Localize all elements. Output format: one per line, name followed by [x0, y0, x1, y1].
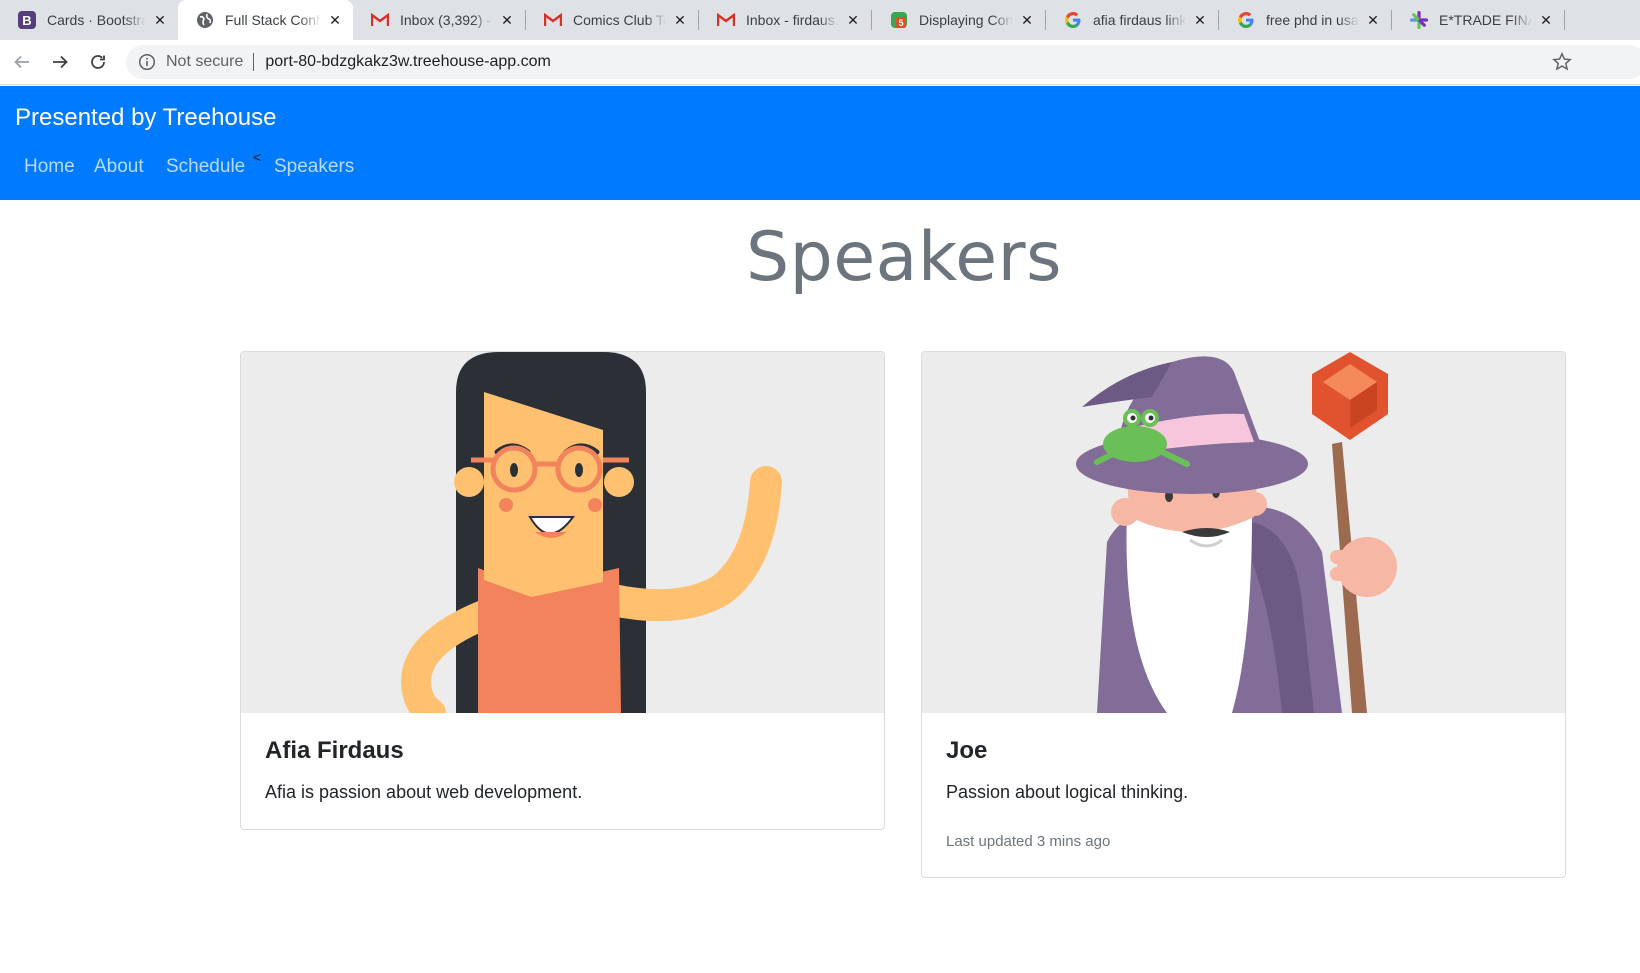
speaker-bio: Afia is passion about web development. [265, 782, 583, 802]
speaker-name: Joe [946, 737, 988, 764]
tab-displaying-content[interactable]: 5 Displaying Con ✕ [872, 0, 1045, 40]
url-text[interactable]: port-80-bdzgkakz3w.treehouse-app.com [265, 53, 551, 71]
gmail-icon [717, 11, 735, 29]
globe-icon [196, 11, 214, 29]
tab-title: Inbox (3,392) - [400, 12, 492, 28]
tab-title: E*TRADE FINAN [1439, 12, 1532, 28]
reload-button[interactable] [84, 48, 112, 76]
browser-tab-strip: B Cards · Bootstrap ✕ Full Stack Conf ✕ … [0, 0, 1640, 40]
bootstrap-icon: B [18, 11, 36, 29]
speaker-bio: Passion about logical thinking. [946, 782, 1189, 802]
etrade-icon [1410, 11, 1428, 29]
close-icon[interactable]: ✕ [327, 12, 343, 28]
speaker-illustration [241, 352, 884, 713]
tab-bootstrap-cards[interactable]: B Cards · Bootstrap ✕ [0, 0, 178, 40]
tab-gmail-inbox[interactable]: Inbox (3,392) - ✕ [353, 0, 525, 40]
speaker-name: Afia Firdaus [265, 737, 404, 764]
close-icon[interactable]: ✕ [1538, 12, 1554, 28]
security-label: Not secure [166, 53, 244, 70]
tab-title: afia firdaus link [1093, 12, 1186, 28]
text-caret: < [253, 149, 262, 165]
address-divider [253, 53, 255, 71]
close-icon[interactable]: ✕ [1365, 12, 1381, 28]
tab-google-search-afia[interactable]: afia firdaus link ✕ [1046, 0, 1218, 40]
close-icon[interactable]: ✕ [845, 12, 861, 28]
forward-button[interactable] [46, 48, 74, 76]
site-navbar: Presented by Treehouse Home About Schedu… [0, 86, 1640, 200]
google-icon [1237, 11, 1255, 29]
gmail-icon [371, 11, 389, 29]
developer-avatar-illustration [400, 352, 782, 713]
tab-title: free phd in usa [1266, 12, 1359, 28]
speaker-illustration [922, 352, 1565, 713]
tab-title: Displaying Con [919, 12, 1013, 28]
close-icon[interactable]: ✕ [152, 12, 168, 28]
bookmark-star-icon[interactable] [1552, 52, 1572, 72]
browser-toolbar: Not secure port-80-bdzgkakz3w.treehouse-… [0, 40, 1640, 85]
tab-title: Comics Club Tod [573, 12, 666, 28]
gmail-icon [544, 11, 562, 29]
tab-gmail-firdaus[interactable]: Inbox - firdaus. ✕ [699, 0, 871, 40]
close-icon[interactable]: ✕ [1192, 12, 1208, 28]
tab-full-stack-conf[interactable]: Full Stack Conf ✕ [178, 0, 353, 40]
last-updated-text: Last updated 3 mins ago [946, 833, 1111, 850]
speaker-card: Afia Firdaus Afia is passion about web d… [240, 351, 885, 830]
tab-title: Full Stack Conf [225, 12, 320, 28]
tab-separator [1564, 10, 1565, 30]
html5-icon: 5 [890, 11, 908, 29]
tab-title: Inbox - firdaus. [746, 12, 839, 28]
forward-arrow-icon [53, 55, 68, 69]
nav-link-about[interactable]: About [94, 156, 144, 178]
reload-icon [91, 55, 105, 69]
page-title: Speakers [745, 218, 1062, 297]
address-bar[interactable]: Not secure port-80-bdzgkakz3w.treehouse-… [126, 45, 1640, 79]
back-arrow-icon [14, 55, 29, 69]
tab-title: Cards · Bootstrap [47, 12, 146, 28]
close-icon[interactable]: ✕ [1019, 12, 1035, 28]
speaker-card: Joe Passion about logical thinking. Last… [921, 351, 1566, 878]
tab-etrade[interactable]: E*TRADE FINAN ✕ [1392, 0, 1564, 40]
svg-text:5: 5 [898, 18, 903, 28]
google-icon [1064, 11, 1082, 29]
svg-text:B: B [22, 13, 31, 28]
nav-link-schedule[interactable]: Schedule [166, 156, 245, 178]
nav-link-home[interactable]: Home [24, 156, 75, 178]
back-button[interactable] [8, 48, 36, 76]
nav-link-speakers[interactable]: Speakers [274, 156, 354, 178]
tab-google-search-phd[interactable]: free phd in usa ✕ [1219, 0, 1391, 40]
close-icon[interactable]: ✕ [672, 12, 688, 28]
close-icon[interactable]: ✕ [499, 12, 515, 28]
info-icon[interactable] [138, 53, 156, 71]
navbar-brand[interactable]: Presented by Treehouse [15, 104, 277, 132]
tab-comics-club[interactable]: Comics Club Tod ✕ [526, 0, 698, 40]
wizard-avatar-illustration [1076, 352, 1397, 713]
